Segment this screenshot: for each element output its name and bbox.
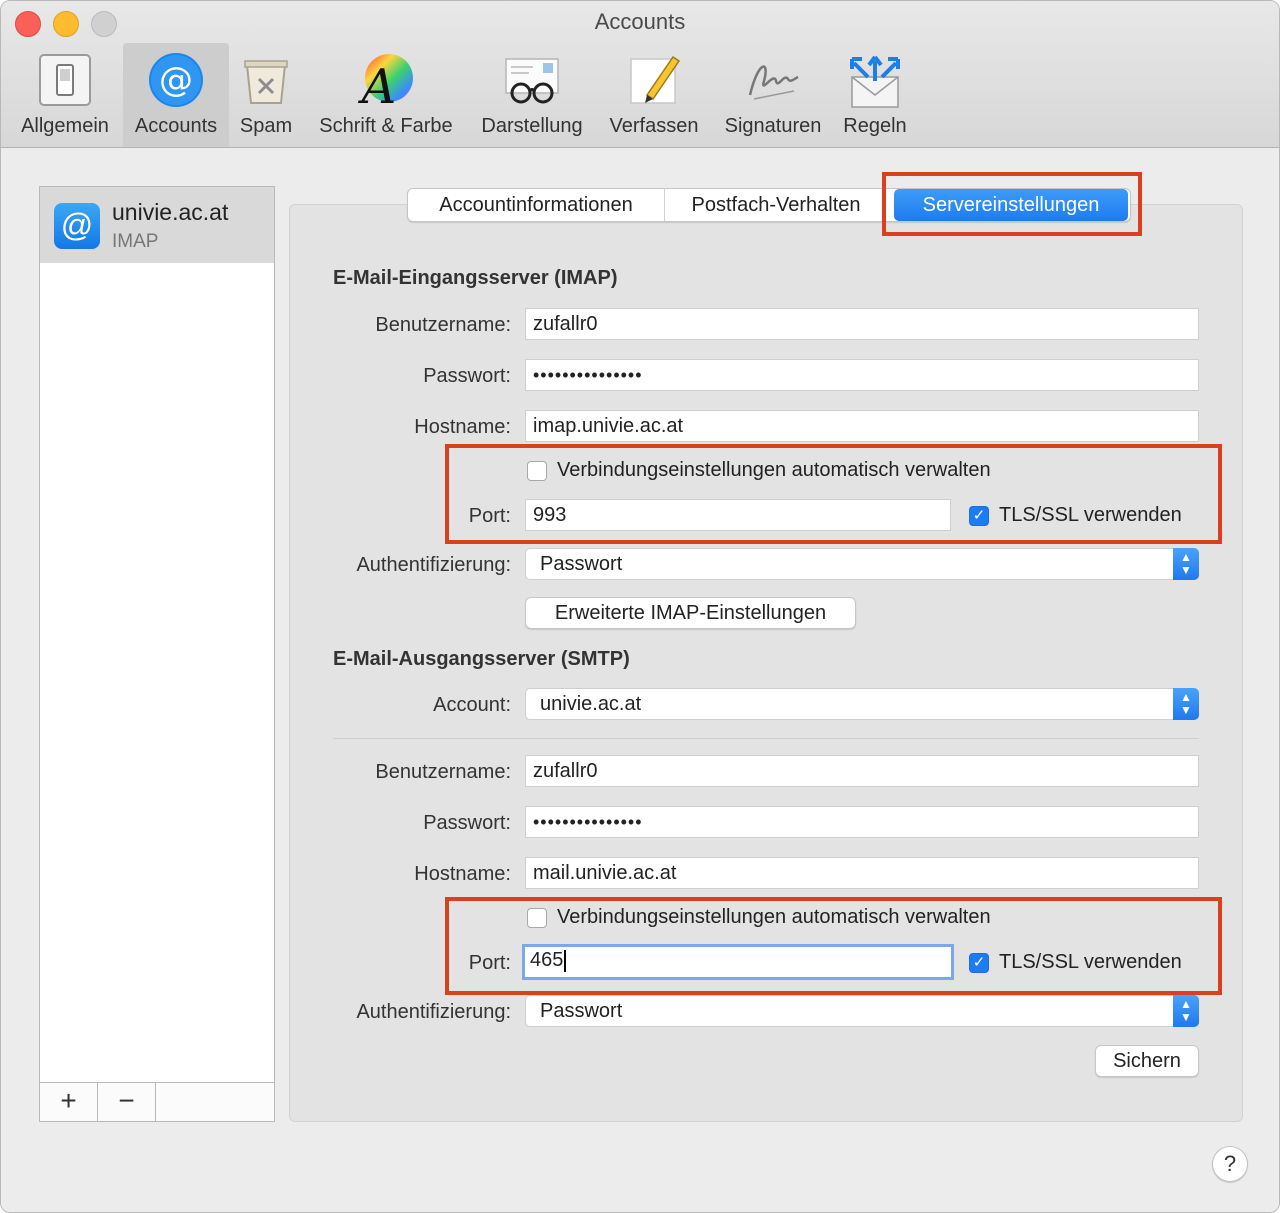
incoming-hostname-field[interactable]: imap.univie.ac.at xyxy=(525,410,1199,442)
incoming-auth-value: Passwort xyxy=(540,553,623,575)
tab-postfach-verhalten[interactable]: Postfach-Verhalten xyxy=(665,189,887,221)
outgoing-section-title: E-Mail-Ausgangsserver (SMTP) xyxy=(333,648,630,670)
toolbar: Accounts Allgemein @ Accounts Spam A Sch… xyxy=(1,1,1279,148)
incoming-auth-label: Authentifizierung: xyxy=(356,554,511,576)
glasses-icon xyxy=(505,58,559,104)
at-sign-icon: @ xyxy=(54,203,100,249)
updown-chevron-icon: ▲ ▼ xyxy=(1173,548,1199,580)
toolbar-item-verfassen[interactable]: Verfassen xyxy=(601,43,707,147)
outgoing-hostname-label: Hostname: xyxy=(414,863,511,885)
section-divider xyxy=(333,738,1199,739)
incoming-section-title: E-Mail-Eingangsserver (IMAP) xyxy=(333,267,618,289)
switch-icon xyxy=(39,54,91,106)
at-sign-icon: @ xyxy=(149,53,203,107)
account-row-univie[interactable]: @ univie.ac.at IMAP xyxy=(40,187,274,263)
signature-icon xyxy=(748,65,799,100)
outgoing-username-label: Benutzername: xyxy=(375,761,511,783)
account-name: univie.ac.at xyxy=(112,199,229,225)
toolbar-item-darstellung[interactable]: Darstellung xyxy=(471,43,593,147)
toolbar-label: Darstellung xyxy=(481,115,583,137)
incoming-username-label: Benutzername: xyxy=(375,314,511,336)
outgoing-account-value: univie.ac.at xyxy=(540,693,642,715)
save-button[interactable]: Sichern xyxy=(1095,1045,1199,1077)
updown-chevron-icon: ▲ ▼ xyxy=(1173,688,1199,720)
toolbar-item-accounts[interactable]: @ Accounts xyxy=(123,43,229,147)
outgoing-hostname-field[interactable]: mail.univie.ac.at xyxy=(525,857,1199,889)
updown-chevron-icon: ▲ ▼ xyxy=(1173,995,1199,1027)
content-area: @ univie.ac.at IMAP + − Accountinformati… xyxy=(1,148,1279,1212)
toolbar-label: Accounts xyxy=(134,115,218,137)
outgoing-password-label: Passwort: xyxy=(423,812,511,834)
highlight-box-tab xyxy=(882,172,1142,236)
incoming-username-field[interactable]: zufallr0 xyxy=(525,308,1199,340)
outgoing-account-label: Account: xyxy=(433,694,511,716)
advanced-imap-settings-button[interactable]: Erweiterte IMAP-Einstellungen xyxy=(525,597,856,629)
incoming-auth-select[interactable]: Passwort ▲ ▼ xyxy=(525,548,1199,580)
toolbar-label: Allgemein xyxy=(21,115,109,137)
outgoing-auth-label: Authentifizierung: xyxy=(356,1001,511,1023)
preferences-window: Accounts Allgemein @ Accounts Spam A Sch… xyxy=(0,0,1280,1213)
highlight-box-incoming-port xyxy=(445,444,1222,544)
toolbar-label: Spam xyxy=(239,115,293,137)
incoming-password-field[interactable]: ••••••••••••••• xyxy=(525,359,1199,391)
incoming-password-label: Passwort: xyxy=(423,365,511,387)
remove-account-button[interactable]: − xyxy=(98,1083,156,1121)
toolbar-item-schrift-farbe[interactable]: A Schrift & Farbe xyxy=(307,43,465,147)
trash-icon xyxy=(244,60,288,104)
add-account-button[interactable]: + xyxy=(40,1083,98,1121)
outgoing-auth-select[interactable]: Passwort ▲ ▼ xyxy=(525,995,1199,1027)
account-list: @ univie.ac.at IMAP xyxy=(39,186,275,1084)
font-color-icon: A xyxy=(358,54,413,109)
tab-accountinformationen[interactable]: Accountinformationen xyxy=(408,189,664,221)
toolbar-label: Regeln xyxy=(843,115,907,137)
help-button[interactable]: ? xyxy=(1212,1146,1248,1182)
toolbar-label: Schrift & Farbe xyxy=(319,115,453,137)
toolbar-label: Verfassen xyxy=(609,115,699,137)
outgoing-password-field[interactable]: ••••••••••••••• xyxy=(525,806,1199,838)
outgoing-account-select[interactable]: univie.ac.at ▲ ▼ xyxy=(525,688,1199,720)
account-list-footer: + − xyxy=(39,1082,275,1122)
outgoing-username-field[interactable]: zufallr0 xyxy=(525,755,1199,787)
incoming-hostname-label: Hostname: xyxy=(414,416,511,438)
toolbar-item-allgemein[interactable]: Allgemein xyxy=(7,43,123,147)
svg-text:A: A xyxy=(358,59,397,109)
pencil-icon xyxy=(630,55,681,104)
account-type: IMAP xyxy=(112,231,159,252)
toolbar-item-signaturen[interactable]: Signaturen xyxy=(715,43,831,147)
window-title: Accounts xyxy=(594,9,686,34)
outgoing-auth-value: Passwort xyxy=(540,1000,623,1022)
svg-text:@: @ xyxy=(159,60,193,100)
toolbar-item-spam[interactable]: Spam xyxy=(231,43,301,147)
rules-envelope-icon xyxy=(850,55,900,108)
toolbar-item-regeln[interactable]: Regeln xyxy=(837,43,913,147)
highlight-box-outgoing-port xyxy=(445,897,1222,995)
toolbar-label: Signaturen xyxy=(724,115,822,137)
